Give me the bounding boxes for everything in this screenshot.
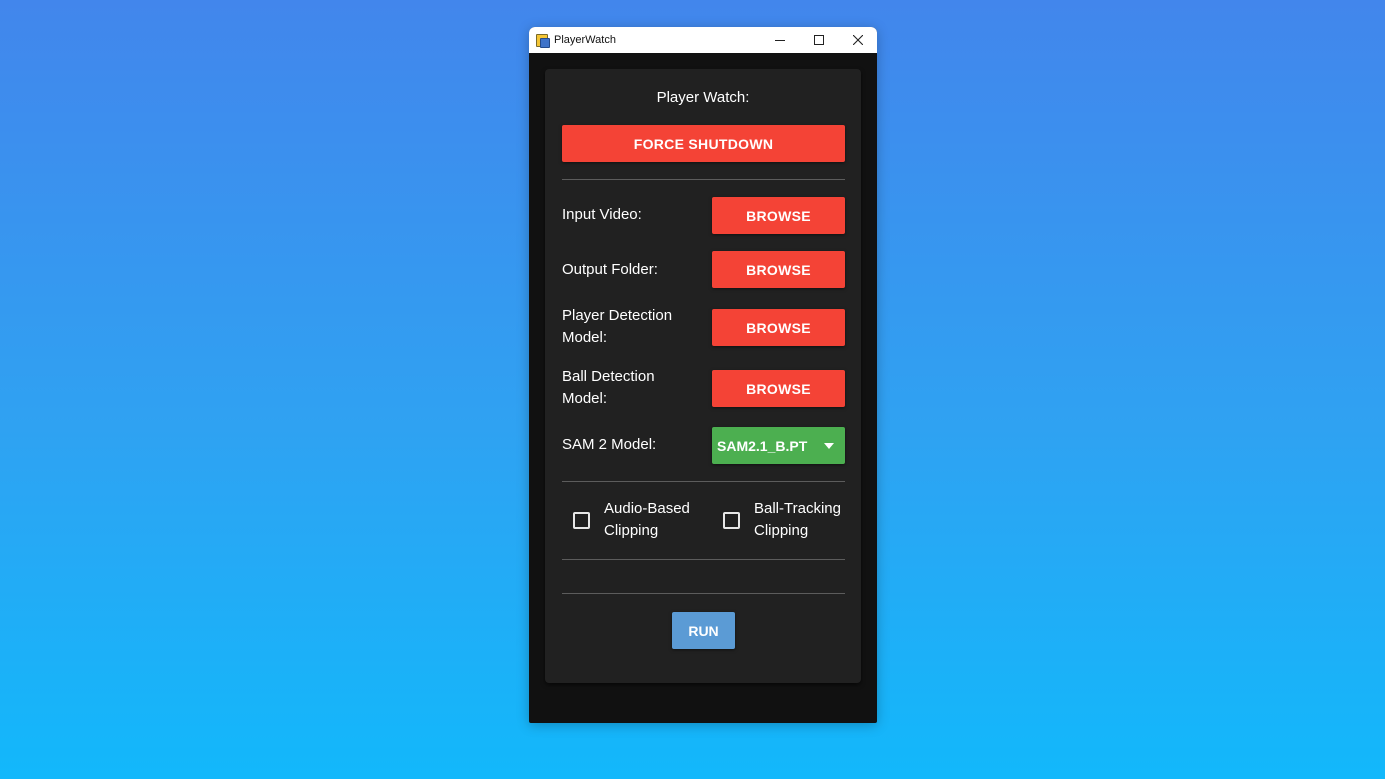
- audio-based-clipping-label: Audio-Based Clipping: [604, 500, 690, 539]
- force-shutdown-button[interactable]: FORCE SHUTDOWN: [562, 125, 845, 162]
- maximize-button[interactable]: [799, 27, 838, 53]
- ball-tracking-clipping-label: Ball-Tracking Clipping: [754, 500, 841, 539]
- divider: [562, 481, 845, 482]
- run-button[interactable]: RUN: [672, 612, 735, 649]
- minimize-button[interactable]: [760, 27, 799, 53]
- chevron-down-icon: [824, 443, 834, 449]
- ball-detection-model-label: Ball Detection Model:: [562, 368, 655, 407]
- audio-based-clipping-checkbox[interactable]: [573, 512, 590, 529]
- player-detection-browse-button[interactable]: BROWSE: [712, 309, 845, 346]
- title-bar[interactable]: PlayerWatch: [529, 27, 877, 53]
- close-button[interactable]: [838, 27, 877, 53]
- output-folder-browse-button[interactable]: BROWSE: [712, 251, 845, 288]
- window-title: PlayerWatch: [554, 34, 616, 46]
- maximize-icon: [813, 35, 824, 45]
- close-icon: [852, 35, 863, 45]
- player-detection-model-label: Player Detection Model:: [562, 307, 673, 346]
- divider: [562, 559, 845, 560]
- app-window: PlayerWatch Player Watch: FORCE SHUTDOWN…: [529, 27, 877, 723]
- sam2-model-select[interactable]: SAM2.1_B.PT: [712, 427, 845, 464]
- ball-detection-browse-button[interactable]: BROWSE: [712, 370, 845, 407]
- panel-title: Player Watch:: [656, 89, 750, 106]
- sam2-model-label: SAM 2 Model:: [562, 436, 657, 453]
- sam2-model-value: SAM2.1_B.PT: [717, 437, 808, 454]
- divider: [562, 593, 845, 594]
- output-folder-label: Output Folder:: [562, 261, 658, 278]
- app-icon: [536, 33, 550, 48]
- main-panel: Player Watch: FORCE SHUTDOWN Input Video…: [545, 69, 861, 683]
- ball-tracking-clipping-checkbox[interactable]: [723, 512, 740, 529]
- minimize-icon: [774, 40, 785, 41]
- divider: [562, 179, 845, 180]
- input-video-browse-button[interactable]: BROWSE: [712, 197, 845, 234]
- input-video-label: Input Video:: [562, 206, 642, 223]
